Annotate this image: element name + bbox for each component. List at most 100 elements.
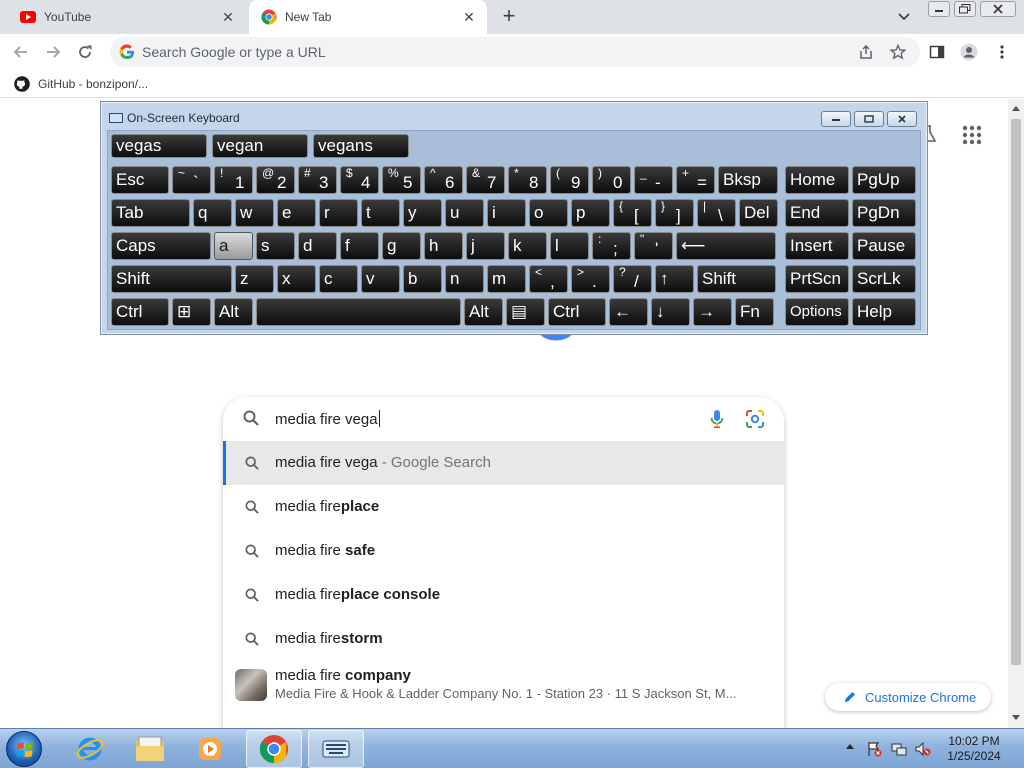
osk-close-button[interactable] <box>887 111 917 127</box>
tab-new-tab[interactable]: New Tab ✕ <box>249 0 487 34</box>
key-symbol[interactable]: ? / <box>613 265 652 293</box>
key-m[interactable]: m <box>487 265 526 293</box>
key-2[interactable]: @2 <box>256 166 295 194</box>
key-symbol[interactable]: }] <box>655 199 694 227</box>
key-i[interactable]: i <box>487 199 526 227</box>
key-symbol[interactable]: >. <box>571 265 610 293</box>
key-alt[interactable]: Alt <box>214 298 253 326</box>
key-shift[interactable]: Shift <box>697 265 776 293</box>
key-symbol[interactable]: :; <box>592 232 631 260</box>
word-prediction-key[interactable]: vegans <box>313 134 409 158</box>
key-bksp[interactable]: Bksp <box>718 166 778 194</box>
scroll-up-arrow-icon[interactable] <box>1012 106 1020 111</box>
restore-window-button[interactable] <box>954 1 976 17</box>
key-symbol[interactable]: ~ ` <box>172 166 211 194</box>
osk-minimize-button[interactable] <box>821 111 851 127</box>
key-symbol[interactable]: ⟵ <box>676 232 776 260</box>
key-p[interactable]: p <box>571 199 610 227</box>
key-del[interactable]: Del <box>739 199 778 227</box>
key-symbol[interactable]: + = <box>676 166 715 194</box>
close-window-button[interactable] <box>980 1 1016 17</box>
key-8[interactable]: * 8 <box>508 166 547 194</box>
windows-key-icon[interactable]: ⊞ <box>172 298 211 326</box>
key-symbol[interactable]: " ' <box>634 232 673 260</box>
key-symbol[interactable]: _ - <box>634 166 673 194</box>
start-button[interactable] <box>6 731 42 767</box>
key-7[interactable]: & 7 <box>466 166 505 194</box>
media-player-icon[interactable] <box>182 730 238 768</box>
back-arrow-icon[interactable] <box>10 41 32 63</box>
key-home[interactable]: Home <box>785 166 849 194</box>
key-ctrl[interactable]: Ctrl <box>111 298 169 326</box>
search-input[interactable]: media fire vega <box>275 410 380 428</box>
key-e[interactable]: e <box>277 199 316 227</box>
key-pgup[interactable]: PgUp <box>852 166 916 194</box>
tab-youtube[interactable]: YouTube ✕ <box>0 0 246 34</box>
key-x[interactable]: x <box>277 265 316 293</box>
key-n[interactable]: n <box>445 265 484 293</box>
key-prtscn[interactable]: PrtScn <box>785 265 849 293</box>
key-s[interactable]: s <box>256 232 295 260</box>
key-v[interactable]: v <box>361 265 400 293</box>
key-b[interactable]: b <box>403 265 442 293</box>
key-h[interactable]: h <box>424 232 463 260</box>
address-bar[interactable]: Search Google or type a URL <box>110 37 920 67</box>
key-y[interactable]: y <box>403 199 442 227</box>
new-tab-button[interactable]: + <box>498 5 520 28</box>
key-j[interactable]: j <box>466 232 505 260</box>
key-esc[interactable]: Esc <box>111 166 169 194</box>
key-3[interactable]: #3 <box>298 166 337 194</box>
microphone-icon[interactable] <box>710 409 724 434</box>
search-box[interactable]: media fire vega <box>223 397 784 441</box>
network-icon[interactable] <box>891 741 907 757</box>
key-9[interactable]: (9 <box>550 166 589 194</box>
on-screen-keyboard-icon[interactable] <box>308 730 364 768</box>
key-symbol[interactable]: → <box>693 298 732 326</box>
key-d[interactable]: d <box>298 232 337 260</box>
entity-suggestion-item[interactable]: media fire company Media Fire & Hook & L… <box>223 661 784 713</box>
minimize-window-button[interactable] <box>928 1 950 17</box>
google-lens-icon[interactable] <box>745 409 765 434</box>
key-symbol[interactable]: ↑ <box>655 265 694 293</box>
key-1[interactable]: ! 1 <box>214 166 253 194</box>
side-panel-icon[interactable] <box>928 43 946 61</box>
key-ctrl[interactable]: Ctrl <box>548 298 606 326</box>
key-symbol[interactable]: | \ <box>697 199 736 227</box>
key-g[interactable]: g <box>382 232 421 260</box>
key-pause[interactable]: Pause <box>852 232 916 260</box>
key-fn[interactable]: Fn <box>735 298 774 326</box>
key-u[interactable]: u <box>445 199 484 227</box>
key-tab[interactable]: Tab <box>111 199 190 227</box>
close-tab-icon[interactable]: ✕ <box>461 9 477 25</box>
show-hidden-icons-arrow[interactable] <box>846 744 854 749</box>
share-icon[interactable] <box>858 44 874 60</box>
key-symbol[interactable]: ← <box>609 298 648 326</box>
key-symbol[interactable]: ↓ <box>651 298 690 326</box>
key-f[interactable]: f <box>340 232 379 260</box>
key-end[interactable]: End <box>785 199 849 227</box>
key-options[interactable]: Options <box>785 298 849 326</box>
suggestion-item[interactable]: media fireplace <box>223 485 784 529</box>
word-prediction-key[interactable]: vegas <box>111 134 207 158</box>
scrollbar-thumb[interactable] <box>1011 119 1021 665</box>
profile-avatar-icon[interactable] <box>960 43 978 61</box>
key-w[interactable]: w <box>235 199 274 227</box>
key-alt[interactable]: Alt <box>464 298 503 326</box>
key-o[interactable]: o <box>529 199 568 227</box>
key-q[interactable]: q <box>193 199 232 227</box>
chrome-icon[interactable] <box>246 730 302 768</box>
star-icon[interactable] <box>889 43 907 60</box>
suggestion-item[interactable]: media firestorm <box>223 617 784 661</box>
suggestion-item[interactable]: media fire vega - Google Search <box>223 441 784 485</box>
key-6[interactable]: ^ 6 <box>424 166 463 194</box>
key-5[interactable]: % 5 <box>382 166 421 194</box>
key-caps[interactable]: Caps <box>111 232 211 260</box>
key-0[interactable]: ) 0 <box>592 166 631 194</box>
key-insert[interactable]: Insert <box>785 232 849 260</box>
key-symbol[interactable]: {[ <box>613 199 652 227</box>
key-t[interactable]: t <box>361 199 400 227</box>
google-apps-icon[interactable] <box>962 125 982 150</box>
system-clock[interactable]: 10:02 PM 1/25/2024 <box>944 734 1004 764</box>
internet-explorer-icon[interactable] <box>62 730 118 768</box>
key-z[interactable]: z <box>235 265 274 293</box>
